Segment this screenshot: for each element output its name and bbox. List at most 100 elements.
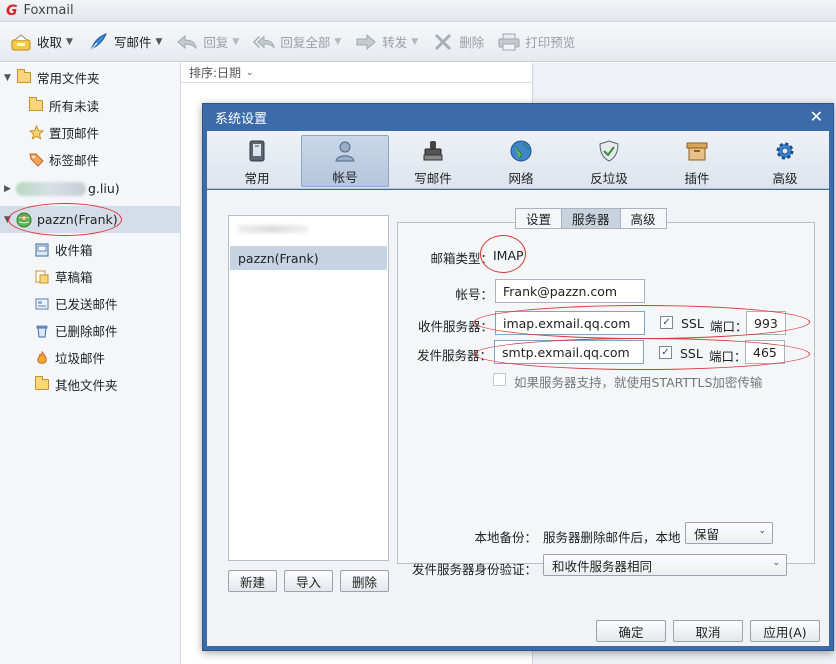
- forward-button[interactable]: 转发 ▼: [355, 27, 418, 57]
- import-button[interactable]: 导入: [284, 570, 333, 592]
- account-field[interactable]: Frank@pazzn.com: [495, 279, 645, 303]
- reply-all-arrow-icon: [253, 32, 276, 52]
- new-account-button[interactable]: 新建: [228, 570, 277, 592]
- chevron-down-icon: ⌄: [246, 67, 254, 78]
- outgoing-ssl-checkbox[interactable]: ✓: [659, 346, 672, 359]
- sidebar-item-label: 收件箱: [55, 243, 93, 258]
- sidebar-item-label: g.liu): [88, 181, 120, 196]
- receive-button[interactable]: 收取 ▼: [10, 27, 73, 57]
- receive-label: 收取: [37, 35, 63, 50]
- sidebar-item-junk[interactable]: 垃圾邮件: [0, 344, 180, 371]
- sidebar-item-account-1[interactable]: ▶ g.liu): [0, 175, 180, 202]
- starttls-checkbox[interactable]: [493, 373, 506, 386]
- outgoing-server-label-row: 发件服务器：: [416, 348, 492, 363]
- sidebar-item-other-folders[interactable]: 其他文件夹: [0, 371, 180, 398]
- ok-button[interactable]: 确定: [596, 620, 666, 642]
- sidebar-item-label: 垃圾邮件: [55, 351, 106, 366]
- sidebar-item-label: 已删除邮件: [55, 324, 118, 339]
- inbox-tray-icon: [10, 32, 32, 52]
- chevron-down-icon[interactable]: ▼: [155, 37, 162, 47]
- sidebar-item-label: 置顶邮件: [49, 126, 100, 141]
- incoming-port-field[interactable]: 993: [746, 311, 786, 335]
- chevron-down-icon[interactable]: ▼: [334, 37, 341, 47]
- reply-all-label: 回复全部: [280, 35, 331, 50]
- folder-icon: [16, 69, 32, 85]
- local-backup-value: 保留: [694, 526, 720, 542]
- app-title: Foxmail: [23, 3, 74, 18]
- tab-label: 网络: [508, 171, 534, 186]
- collapse-triangle-icon[interactable]: ▼: [4, 215, 16, 225]
- reply-button[interactable]: 回复 ▼: [176, 27, 239, 57]
- tab-compose[interactable]: 写邮件: [389, 135, 477, 187]
- delete-account-button[interactable]: 删除: [340, 570, 389, 592]
- tab-label: 反垃圾: [590, 171, 628, 186]
- list-item[interactable]: pazzn(Frank): [230, 246, 387, 270]
- smtp-auth-select[interactable]: 和收件服务器相同 ⌄: [543, 554, 787, 576]
- shield-icon: [598, 137, 620, 165]
- trash-icon: [34, 324, 50, 338]
- sidebar-item-label: 所有未读: [49, 99, 100, 114]
- sidebar-item-drafts[interactable]: 草稿箱: [0, 263, 180, 290]
- subtab-advanced[interactable]: 高级: [619, 208, 667, 229]
- sidebar-item-label: 标签邮件: [49, 153, 100, 168]
- sort-header[interactable]: 排序:日期 ⌄: [181, 63, 532, 83]
- forward-label: 转发: [382, 35, 408, 50]
- sidebar-item-all-unread[interactable]: 所有未读: [0, 92, 180, 119]
- compose-button[interactable]: 写邮件 ▼: [87, 27, 162, 57]
- tab-label: 插件: [684, 171, 710, 186]
- chevron-down-icon[interactable]: ▼: [411, 37, 418, 47]
- chevron-down-icon[interactable]: ▼: [232, 37, 239, 47]
- main-toolbar: 收取 ▼ 写邮件 ▼ 回复 ▼ 回复全部 ▼ 转发 ▼ 删除 打印预览: [0, 22, 836, 62]
- reply-label: 回复: [203, 35, 229, 50]
- fire-icon: [34, 350, 50, 365]
- sidebar-item-pinned[interactable]: 置顶邮件: [0, 119, 180, 146]
- incoming-server-field[interactable]: imap.exmail.qq.com: [495, 311, 645, 335]
- tab-plugins[interactable]: 插件: [653, 135, 741, 187]
- local-backup-select[interactable]: 保留 ⌄: [685, 522, 773, 544]
- apply-button[interactable]: 应用(A): [750, 620, 820, 642]
- collapse-triangle-icon[interactable]: ▼: [4, 73, 16, 83]
- sidebar-item-label: 已发送邮件: [55, 297, 118, 312]
- sidebar-item-tagged[interactable]: 标签邮件: [0, 146, 180, 173]
- star-icon: [28, 125, 44, 140]
- list-item-redacted[interactable]: [230, 217, 387, 241]
- tab-antispam[interactable]: 反垃圾: [565, 135, 653, 187]
- account-globe-icon: [16, 212, 32, 227]
- redacted-account-name: [16, 181, 86, 196]
- settings-tab-bar: 常用 帐号 写邮件 网络 反垃圾 插件 高级: [207, 131, 829, 189]
- sidebar-item-account-pazzn[interactable]: ▼ pazzn(Frank): [0, 206, 180, 233]
- subtab-server[interactable]: 服务器: [561, 208, 620, 229]
- tag-icon: [28, 153, 44, 167]
- subtab-settings[interactable]: 设置: [515, 208, 562, 229]
- print-preview-button[interactable]: 打印预览: [498, 27, 575, 57]
- expand-triangle-icon[interactable]: ▶: [4, 184, 16, 194]
- local-backup-label: 本地备份：: [474, 530, 537, 545]
- close-icon[interactable]: ✕: [810, 108, 823, 126]
- tab-label: 帐号: [332, 170, 358, 185]
- incoming-ssl-checkbox[interactable]: ✓: [660, 316, 673, 329]
- outgoing-server-field-row[interactable]: smtp.exmail.qq.com: [494, 340, 644, 364]
- sidebar-item-sent[interactable]: 已发送邮件: [0, 290, 180, 317]
- sidebar-item-common-folders[interactable]: ▼ 常用文件夹: [0, 64, 180, 91]
- account-label: 帐号：: [455, 287, 493, 302]
- tab-account[interactable]: 帐号: [301, 135, 389, 187]
- sidebar-item-inbox[interactable]: 收件箱: [0, 236, 180, 263]
- delete-button[interactable]: 删除: [432, 27, 484, 57]
- port-label: 端口：: [709, 349, 747, 364]
- cancel-button[interactable]: 取消: [673, 620, 743, 642]
- ssl-label: SSL: [681, 316, 704, 331]
- printer-icon: [498, 32, 520, 52]
- chevron-down-icon[interactable]: ▼: [66, 37, 73, 47]
- sidebar-item-deleted[interactable]: 已删除邮件: [0, 317, 180, 344]
- outgoing-port-field[interactable]: 465: [745, 340, 785, 364]
- foxmail-logo-icon: G: [6, 2, 18, 19]
- inbox-icon: [34, 243, 50, 257]
- tab-network[interactable]: 网络: [477, 135, 565, 187]
- ssl-label: SSL: [680, 346, 703, 361]
- dialog-title: 系统设置: [215, 112, 268, 127]
- reply-all-button[interactable]: 回复全部 ▼: [253, 27, 341, 57]
- reply-arrow-icon: [176, 32, 198, 52]
- tab-general[interactable]: 常用: [213, 135, 301, 187]
- starttls-label-row: 如果服务器支持，就使用STARTTLS加密传输: [514, 375, 763, 390]
- tab-advanced[interactable]: 高级: [741, 135, 829, 187]
